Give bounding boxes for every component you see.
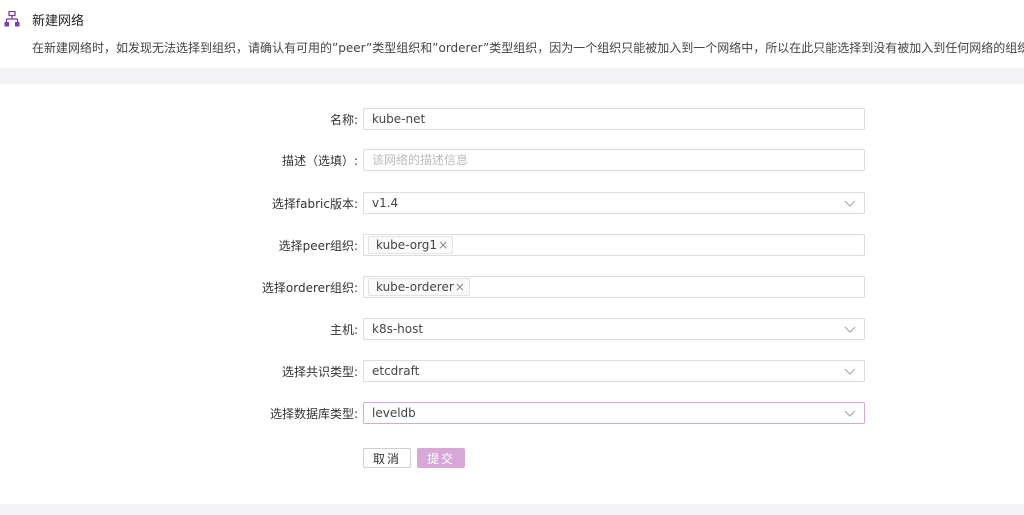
network-icon <box>4 11 20 27</box>
peer-org-tag-label: kube-org1 <box>376 238 438 252</box>
orderer-org-tag-label: kube-orderer <box>376 280 454 294</box>
fabric-version-row: 选择fabric版本: v1.4 <box>0 192 1024 214</box>
host-select[interactable]: k8s-host <box>363 318 865 340</box>
consensus-value: etcdraft <box>372 364 420 378</box>
chevron-down-icon <box>844 326 856 333</box>
fabric-version-select[interactable]: v1.4 <box>363 192 865 214</box>
host-row: 主机: k8s-host <box>0 318 1024 340</box>
consensus-label: 选择共识类型: <box>281 365 358 379</box>
network-form: 名称: 描述（选填）: 选择fabric版本: v1.4 选择peer组织: k… <box>0 84 1024 504</box>
page-header: 新建网络 在新建网络时，如发现无法选择到组织，请确认有可用的”peer”类型组织… <box>0 0 1024 68</box>
name-input[interactable] <box>364 109 864 129</box>
host-value: k8s-host <box>372 322 424 336</box>
description-input[interactable] <box>364 150 864 170</box>
database-row: 选择数据库类型: leveldb <box>0 402 1024 424</box>
peer-org-multiselect[interactable]: kube-org1× <box>363 234 865 256</box>
database-select[interactable]: leveldb <box>363 402 865 424</box>
consensus-select[interactable]: etcdraft <box>363 360 865 382</box>
description-label: 描述（选填）: <box>281 154 358 168</box>
orderer-org-label: 选择orderer组织: <box>261 281 358 295</box>
name-label: 名称: <box>329 113 358 127</box>
page-title: 新建网络 <box>32 14 85 29</box>
page-description: 在新建网络时，如发现无法选择到组织，请确认有可用的”peer”类型组织和”ord… <box>32 41 1024 55</box>
close-icon[interactable]: × <box>455 280 465 294</box>
submit-button[interactable]: 提交 <box>417 448 465 468</box>
cancel-button[interactable]: 取消 <box>363 448 411 468</box>
name-field[interactable] <box>363 108 865 130</box>
database-label: 选择数据库类型: <box>269 407 358 421</box>
description-row: 描述（选填）: <box>0 149 1024 171</box>
peer-org-label: 选择peer组织: <box>278 239 358 253</box>
fabric-version-label: 选择fabric版本: <box>271 197 358 211</box>
chevron-down-icon <box>844 200 856 207</box>
peer-org-tag: kube-org1× <box>368 236 454 254</box>
peer-org-row: 选择peer组织: kube-org1× <box>0 234 1024 256</box>
chevron-down-icon <box>844 368 856 375</box>
consensus-row: 选择共识类型: etcdraft <box>0 360 1024 382</box>
database-value: leveldb <box>372 406 416 420</box>
chevron-down-icon <box>844 410 856 417</box>
fabric-version-value: v1.4 <box>372 196 399 210</box>
host-label: 主机: <box>329 323 358 337</box>
orderer-org-row: 选择orderer组织: kube-orderer× <box>0 276 1024 298</box>
close-icon[interactable]: × <box>438 238 448 252</box>
name-row: 名称: <box>0 108 1024 130</box>
orderer-org-multiselect[interactable]: kube-orderer× <box>363 276 865 298</box>
orderer-org-tag: kube-orderer× <box>368 278 470 296</box>
description-field[interactable] <box>363 149 865 171</box>
